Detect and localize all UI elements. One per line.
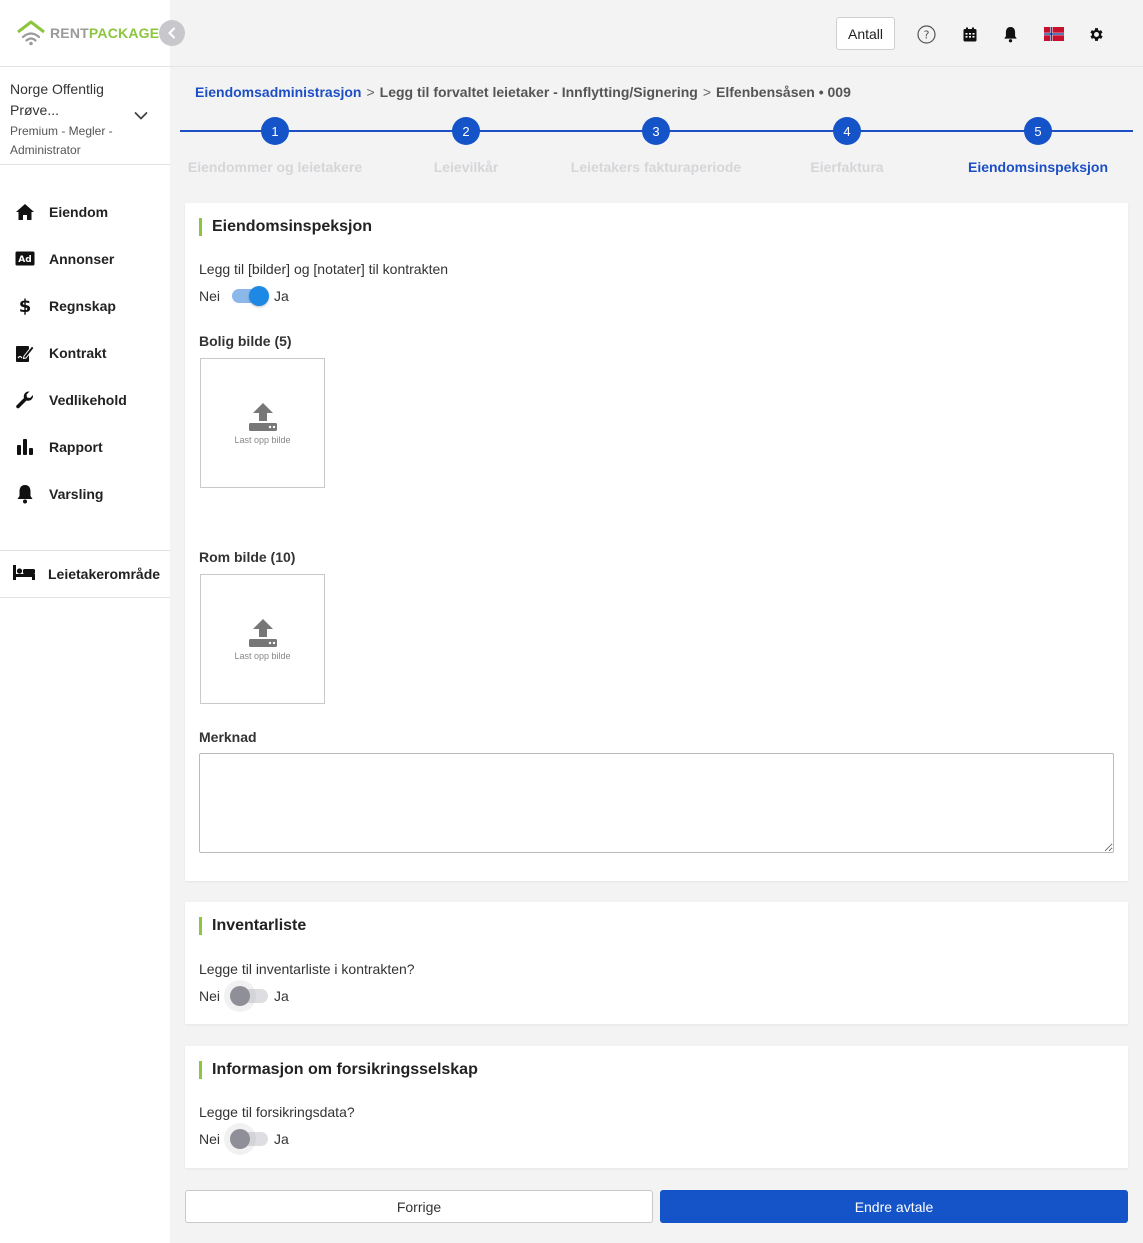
sidebar-item-label: Regnskap (49, 297, 116, 314)
tenant-area-label: Leietakerområde (48, 566, 161, 582)
room-image-upload[interactable]: Last opp bilde (200, 574, 325, 704)
step-5-label[interactable]: Eiendomsinspeksjon (968, 159, 1108, 175)
inspection-question: Legg til [bilder] og [notater] til kontr… (199, 261, 449, 277)
collapse-sidebar-button[interactable] (159, 20, 185, 46)
sidebar-item-rapport[interactable]: Rapport (0, 423, 170, 470)
step-3-circle[interactable]: 3 (642, 117, 670, 145)
change-agreement-button[interactable]: Endre avtale (660, 1190, 1128, 1223)
wrench-icon (14, 389, 36, 411)
remark-label: Merknad (199, 729, 257, 745)
upload-icon (248, 403, 277, 431)
previous-button[interactable]: Forrige (185, 1190, 653, 1223)
inventory-title: Inventarliste (199, 917, 306, 935)
insurance-toggle[interactable] (230, 1129, 269, 1149)
toggle-knob (230, 986, 251, 1006)
breadcrumb: Eiendomsadministrasjon > Legg til forvalte… (195, 84, 851, 100)
sidebar-item-label: Vedlikehold (49, 391, 127, 408)
insurance-question: Legge til forsikringsdata? (199, 1104, 355, 1120)
toggle-knob (249, 286, 270, 306)
step-4-circle[interactable]: 4 (833, 117, 861, 145)
inventory-question: Legge til inventarliste i kontrakten? (199, 961, 415, 977)
sidebar-nav: Eiendom Ad Annonser $ Regnskap Kontrakt … (0, 188, 170, 517)
antall-button[interactable]: Antall (836, 17, 895, 50)
org-role-line2: Administrator (10, 143, 81, 157)
upload-text: Last opp bilde (234, 651, 291, 661)
breadcrumb-middle: Legg til forvaltet leietaker - Innflytti… (379, 84, 698, 100)
sidebar-item-annonser[interactable]: Ad Annonser (0, 235, 170, 282)
sidebar-item-eiendom[interactable]: Eiendom (0, 188, 170, 235)
org-role-line1: Premium - Megler - (10, 124, 113, 138)
inspection-toggle-row: Nei Ja (199, 286, 289, 306)
inspection-toggle[interactable] (232, 286, 270, 306)
toggle-knob (230, 1129, 251, 1149)
bed-icon (12, 563, 36, 586)
chevron-down-icon[interactable] (134, 111, 148, 121)
flag-icon[interactable] (1042, 24, 1066, 44)
inventory-toggle-row: Nei Ja (199, 986, 289, 1006)
sidebar-item-kontrakt[interactable]: Kontrakt (0, 329, 170, 376)
help-icon[interactable]: ? (916, 24, 936, 44)
insurance-toggle-row: Nei Ja (199, 1129, 289, 1149)
sidebar-item-label: Eiendom (49, 203, 109, 220)
home-icon (14, 201, 36, 223)
insurance-card: Informasjon om forsikringsselskap Legge … (185, 1046, 1128, 1168)
svg-text:Ad: Ad (18, 255, 31, 265)
logo-text: RENTPACKAGE (50, 25, 160, 41)
upload-text: Last opp bilde (234, 435, 291, 445)
sidebar: RENTPACKAGE Norge Offentlig Prøve... Pre… (0, 0, 170, 1243)
step-2-circle[interactable]: 2 (452, 117, 480, 145)
room-image-label: Rom bilde (10) (199, 549, 296, 565)
gear-icon[interactable] (1086, 24, 1106, 44)
inventory-toggle[interactable] (230, 986, 269, 1006)
upload-icon (248, 619, 277, 647)
housing-image-label: Bolig bilde (5) (199, 333, 292, 349)
breadcrumb-separator: > (702, 84, 712, 100)
breadcrumb-current: Elfenbensåsen • 009 (716, 84, 851, 100)
sidebar-item-varsling[interactable]: Varsling (0, 470, 170, 517)
bar-chart-icon (14, 436, 36, 458)
sidebar-item-regnskap[interactable]: $ Regnskap (0, 282, 170, 329)
sidebar-item-tenant-area[interactable]: Leietakerområde (0, 550, 170, 598)
inspection-card: Eiendomsinspeksjon Legg til [bilder] og … (185, 203, 1128, 881)
housing-image-upload[interactable]: Last opp bilde (200, 358, 325, 488)
contract-icon (14, 342, 36, 364)
chevron-left-icon (168, 27, 175, 39)
remark-textarea[interactable] (199, 753, 1114, 853)
sidebar-item-label: Varsling (49, 485, 104, 502)
toggle-no-label: Nei (199, 1131, 221, 1147)
step-1-label[interactable]: Eiendommer og leietakere (188, 159, 362, 175)
logo-icon (17, 20, 45, 46)
organization-selector[interactable]: Norge Offentlig Prøve... Premium - Megle… (0, 66, 170, 165)
step-2-label[interactable]: Leievilkår (434, 159, 499, 175)
toggle-yes-label: Ja (274, 1131, 289, 1147)
insurance-title: Informasjon om forsikringsselskap (199, 1061, 478, 1079)
toggle-no-label: Nei (199, 988, 221, 1004)
bell-icon (14, 483, 36, 505)
toggle-yes-label: Ja (274, 988, 289, 1004)
step-1-circle[interactable]: 1 (261, 117, 289, 145)
breadcrumb-separator: > (366, 84, 375, 100)
topbar: Antall ? (170, 0, 1143, 67)
org-name-line1: Norge Offentlig (10, 81, 104, 97)
step-5-circle[interactable]: 5 (1024, 117, 1052, 145)
sidebar-item-label: Annonser (49, 250, 115, 267)
sidebar-item-label: Kontrakt (49, 344, 107, 361)
sidebar-item-vedlikehold[interactable]: Vedlikehold (0, 376, 170, 423)
calendar-icon[interactable] (960, 24, 980, 44)
inventory-card: Inventarliste Legge til inventarliste i … (185, 902, 1128, 1024)
org-name-line2: Prøve... (10, 102, 60, 118)
inspection-title: Eiendomsinspeksjon (199, 218, 372, 236)
toggle-yes-label: Ja (274, 288, 289, 304)
breadcrumb-link[interactable]: Eiendomsadministrasjon (195, 84, 361, 100)
svg-text:$: $ (19, 296, 32, 316)
step-4-label[interactable]: Eierfaktura (810, 159, 883, 175)
step-3-label[interactable]: Leietakers fakturaperiode (571, 159, 741, 175)
notification-bell-icon[interactable] (1000, 24, 1020, 44)
dollar-icon: $ (14, 295, 36, 317)
svg-text:?: ? (923, 28, 929, 41)
toggle-no-label: Nei (199, 288, 221, 304)
rentpackage-logo[interactable]: RENTPACKAGE (16, 18, 159, 48)
sidebar-item-label: Rapport (49, 438, 103, 455)
ad-icon: Ad (14, 248, 36, 270)
